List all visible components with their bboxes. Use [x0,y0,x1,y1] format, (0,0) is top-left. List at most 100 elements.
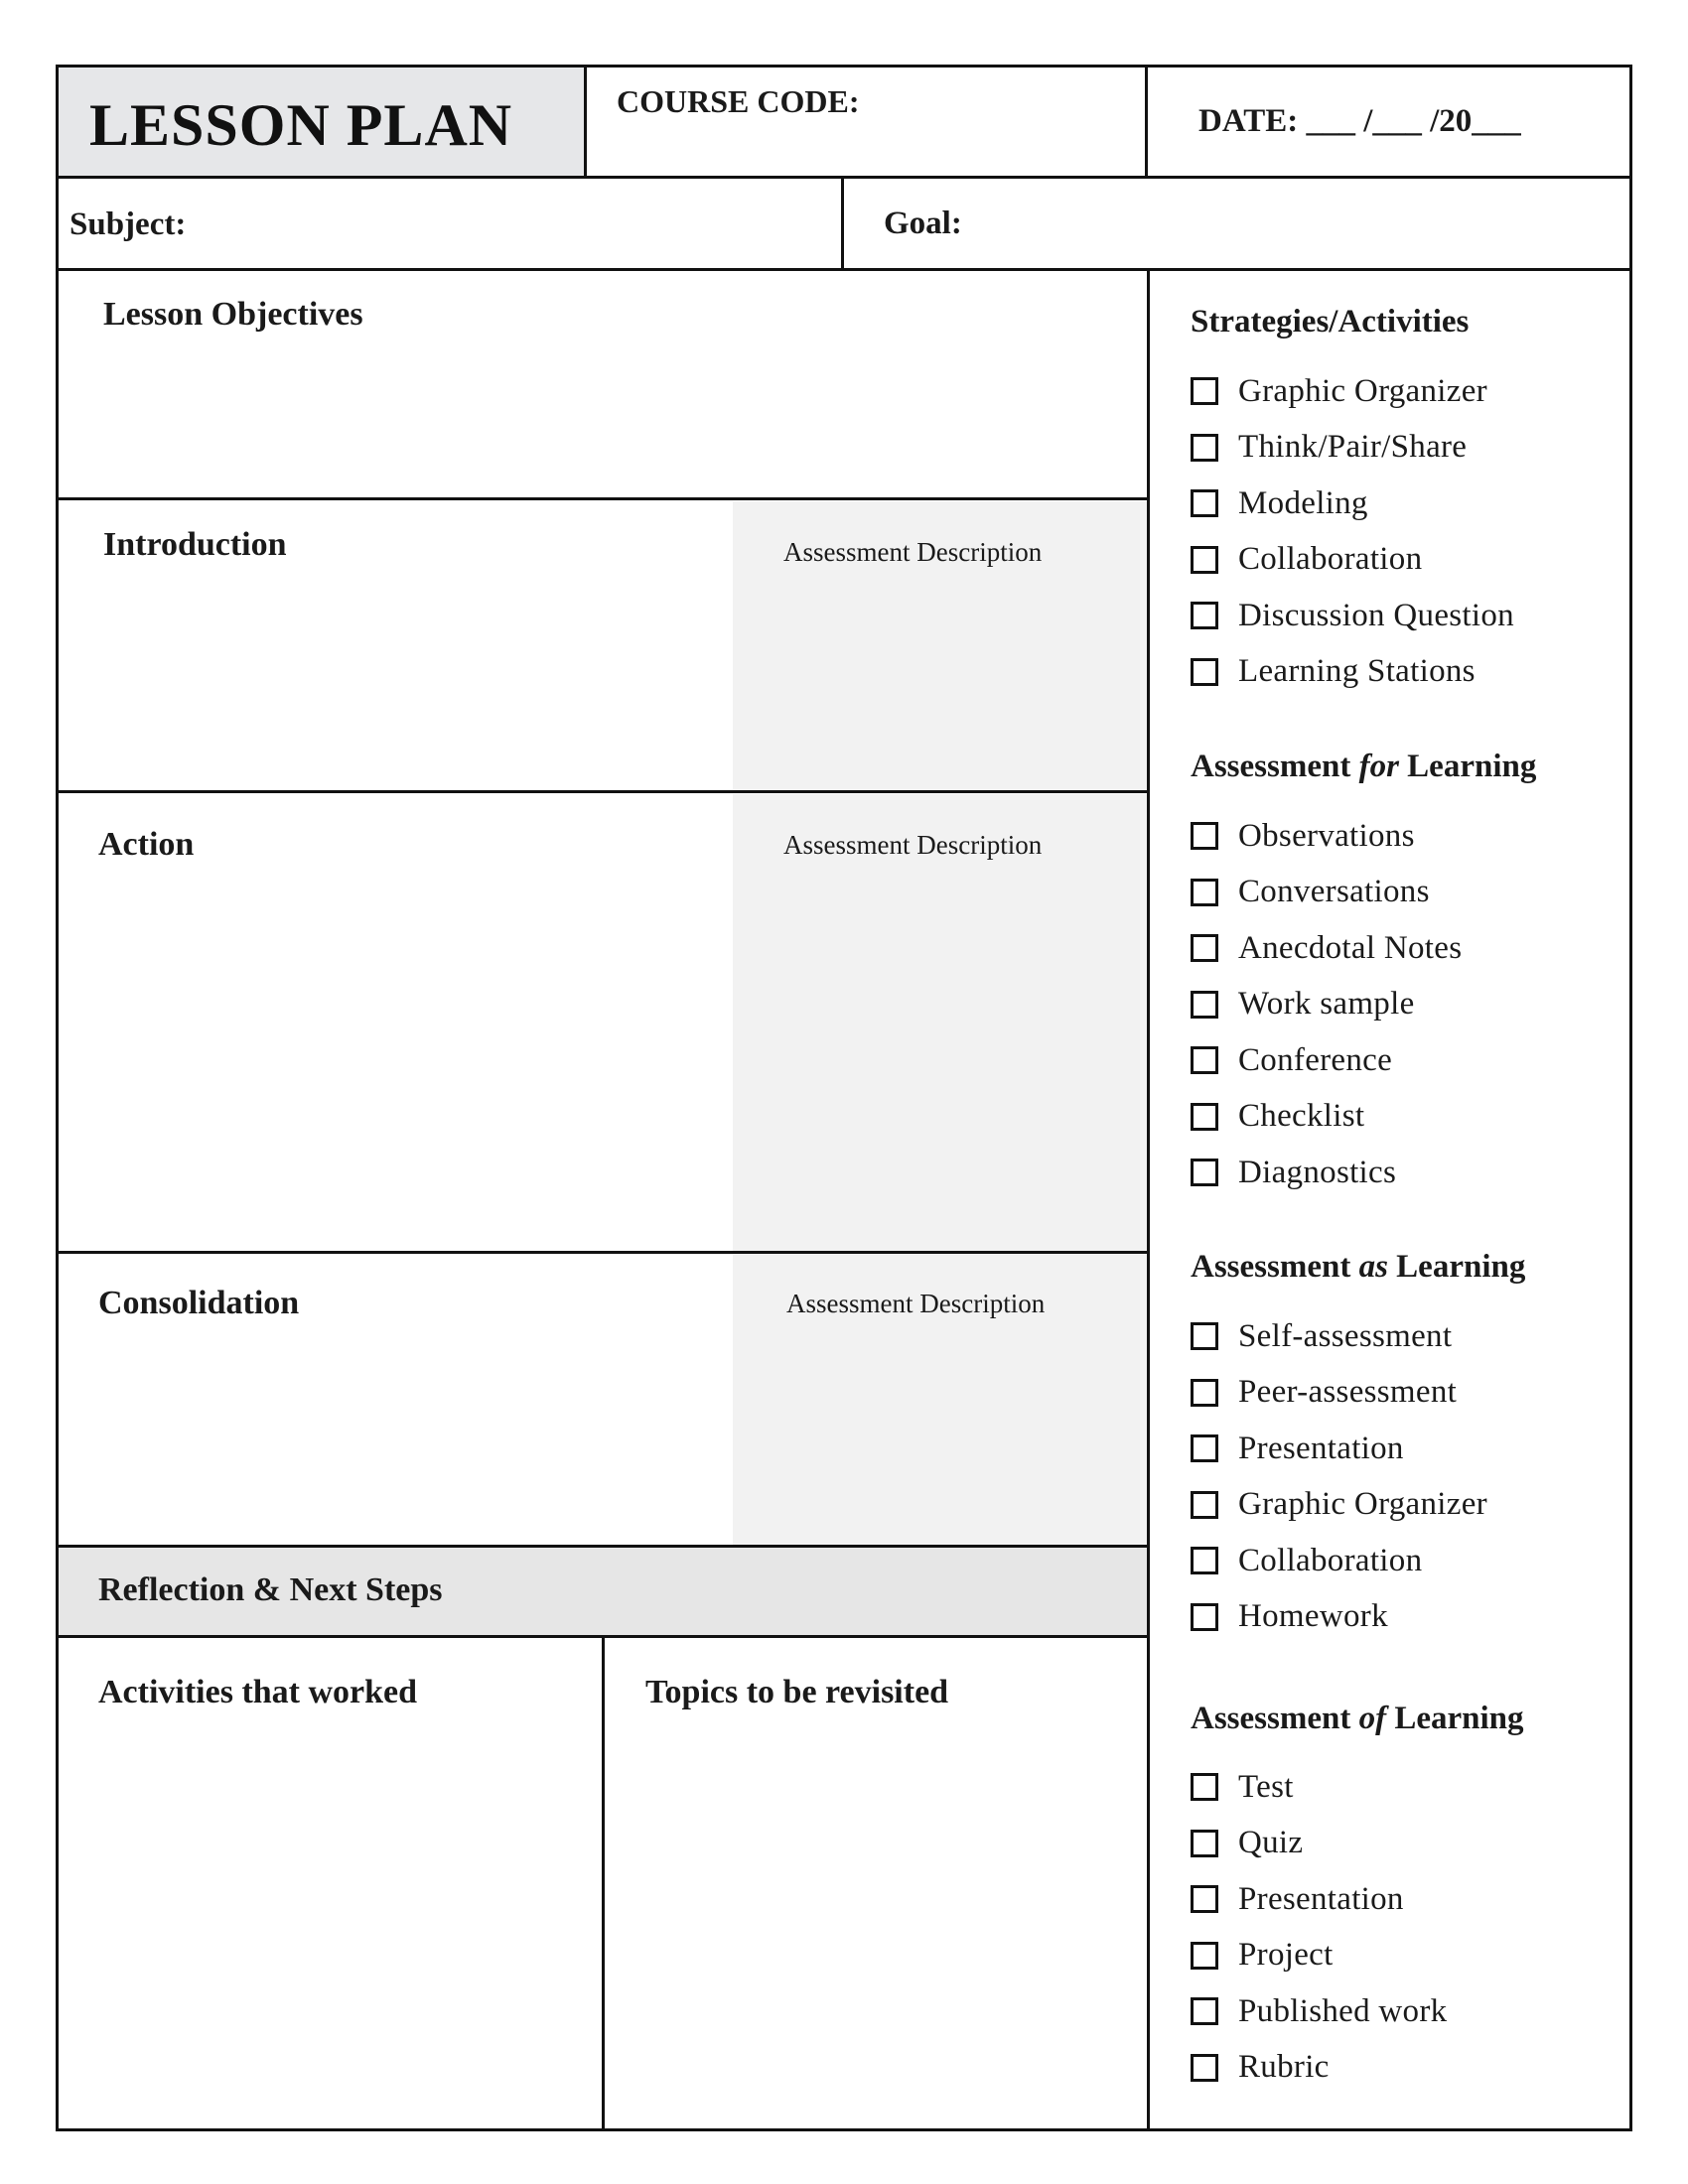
checkbox[interactable] [1191,1773,1218,1802]
checklist-item-label: Published work [1238,1992,1448,2029]
consolidation-assessment-label: Assessment Description [786,1289,1046,1318]
checkbox[interactable] [1191,1997,1218,2026]
checkbox[interactable] [1191,1046,1218,1075]
heading-emphasis: as [1358,1249,1388,1285]
checklist-item[interactable]: Collaboration [1191,532,1514,589]
checklist-item[interactable]: Peer-assessment [1191,1365,1487,1422]
checkbox[interactable] [1191,545,1218,574]
checkbox[interactable] [1191,822,1218,851]
checkbox[interactable] [1191,1547,1218,1575]
date-field[interactable]: DATE: ___ /___ /20___ [1198,103,1521,140]
heading-text: Assessment [1191,1249,1359,1285]
checkbox[interactable] [1191,1434,1218,1463]
checkbox[interactable] [1191,990,1218,1019]
checkbox[interactable] [1191,657,1218,686]
action-heading: Action [98,826,195,863]
checklist-item[interactable]: Graphic Organizer [1191,1477,1487,1534]
heading-text: Strategies/Activities [1191,304,1470,340]
checklist-item-label: Checklist [1238,1098,1365,1135]
checklist-item[interactable]: Anecdotal Notes [1191,920,1462,977]
activities-worked-heading: Activities that worked [98,1674,418,1710]
checklist-item-label: Conference [1238,1041,1393,1078]
checklist-item[interactable]: Published work [1191,1983,1447,2040]
checklist-item-label: Rubric [1238,2049,1330,2086]
checklist-item[interactable]: Conversations [1191,865,1462,921]
title-course-divider [584,65,587,178]
lesson-objectives-heading: Lesson Objectives [103,296,363,333]
checkbox[interactable] [1191,1885,1218,1914]
checklist-item[interactable]: Think/Pair/Share [1191,420,1514,477]
heading-text: Learning [1387,1249,1526,1285]
checklist-item[interactable]: Presentation [1191,1421,1487,1477]
subject-goal-divider [841,176,844,270]
checkbox[interactable] [1191,1378,1218,1407]
checklist-item-label: Modeling [1238,484,1368,521]
checklist-item[interactable]: Discussion Question [1191,588,1514,644]
checklist-item[interactable]: Presentation [1191,1871,1447,1928]
action-assessment-label: Assessment Description [783,830,1043,860]
checklist-item-label: Conversations [1238,874,1430,910]
checklist-item-label: Presentation [1238,1430,1404,1466]
checkbox[interactable] [1191,433,1218,462]
checklist-item[interactable]: Observations [1191,808,1462,865]
checklist-item[interactable]: Test [1191,1759,1447,1816]
assessment-of-learning-heading: Assessment of Learning [1191,1701,1524,1737]
checkbox[interactable] [1191,1490,1218,1519]
heading-text: Assessment [1191,749,1359,784]
checklist-item-label: Test [1238,1768,1294,1805]
checklist-item-label: Graphic Organizer [1238,372,1487,409]
checklist-item-label: Homework [1238,1598,1388,1635]
action-divider [56,1251,1149,1254]
assessment-as-learning-heading: Assessment as Learning [1191,1249,1525,1286]
checklist-item[interactable]: Conference [1191,1032,1462,1089]
checklist-item-label: Graphic Organizer [1238,1486,1487,1523]
checkbox[interactable] [1191,1941,1218,1970]
consolidation-divider [56,1545,1149,1548]
consolidation-area[interactable] [59,1332,733,1545]
checkbox[interactable] [1191,1322,1218,1351]
checklist-item-label: Quiz [1238,1825,1304,1861]
topics-revisited-area[interactable] [605,1722,1147,2128]
introduction-divider [56,790,1149,793]
course-date-divider [1145,65,1148,178]
goal-field[interactable]: Goal: [884,205,962,242]
checklist-item[interactable]: Self-assessment [1191,1308,1487,1365]
checkbox[interactable] [1191,2053,1218,2082]
checklist-item[interactable]: Modeling [1191,476,1514,532]
heading-text: Learning [1386,1701,1524,1736]
checkbox[interactable] [1191,1102,1218,1131]
checklist-item-label: Project [1238,1937,1334,1974]
checklist-item[interactable]: Learning Stations [1191,644,1514,701]
checklist-item[interactable]: Collaboration [1191,1533,1487,1589]
checkbox[interactable] [1191,377,1218,406]
activities-worked-area[interactable] [59,1722,602,2128]
course-code-label[interactable]: COURSE CODE: [617,83,859,120]
checklist-item[interactable]: Homework [1191,1589,1487,1646]
checklist-item[interactable]: Project [1191,1928,1447,1984]
assessment-for-learning-heading: Assessment for Learning [1191,749,1536,785]
checkbox[interactable] [1191,878,1218,906]
checkbox[interactable] [1191,1829,1218,1857]
reflection-heading: Reflection & Next Steps [98,1571,443,1608]
checklist-item-label: Observations [1238,817,1415,854]
heading-text: Assessment [1191,1701,1359,1736]
checkbox[interactable] [1191,1159,1218,1187]
checklist-item[interactable]: Rubric [1191,2040,1447,2097]
action-area[interactable] [59,874,733,1251]
checklist-item[interactable]: Quiz [1191,1816,1447,1872]
checklist-item-label: Think/Pair/Share [1238,429,1468,466]
checkbox[interactable] [1191,1602,1218,1631]
subject-field[interactable]: Subject: [70,206,186,243]
checklist-item[interactable]: Checklist [1191,1089,1462,1146]
lesson-objectives-area[interactable] [59,342,1147,497]
checklist-item[interactable]: Diagnostics [1191,1145,1462,1201]
introduction-area[interactable] [59,576,733,790]
checkbox[interactable] [1191,489,1218,518]
checklist-item[interactable]: Graphic Organizer [1191,363,1514,420]
assessment-of-learning-checklist: Test Quiz Presentation Project Published wor… [1191,1759,1447,2096]
header-divider [56,176,1632,179]
checklist-item[interactable]: Work sample [1191,977,1462,1033]
checkbox[interactable] [1191,934,1218,963]
checkbox[interactable] [1191,602,1218,630]
topics-revisited-heading: Topics to be revisited [645,1674,949,1710]
